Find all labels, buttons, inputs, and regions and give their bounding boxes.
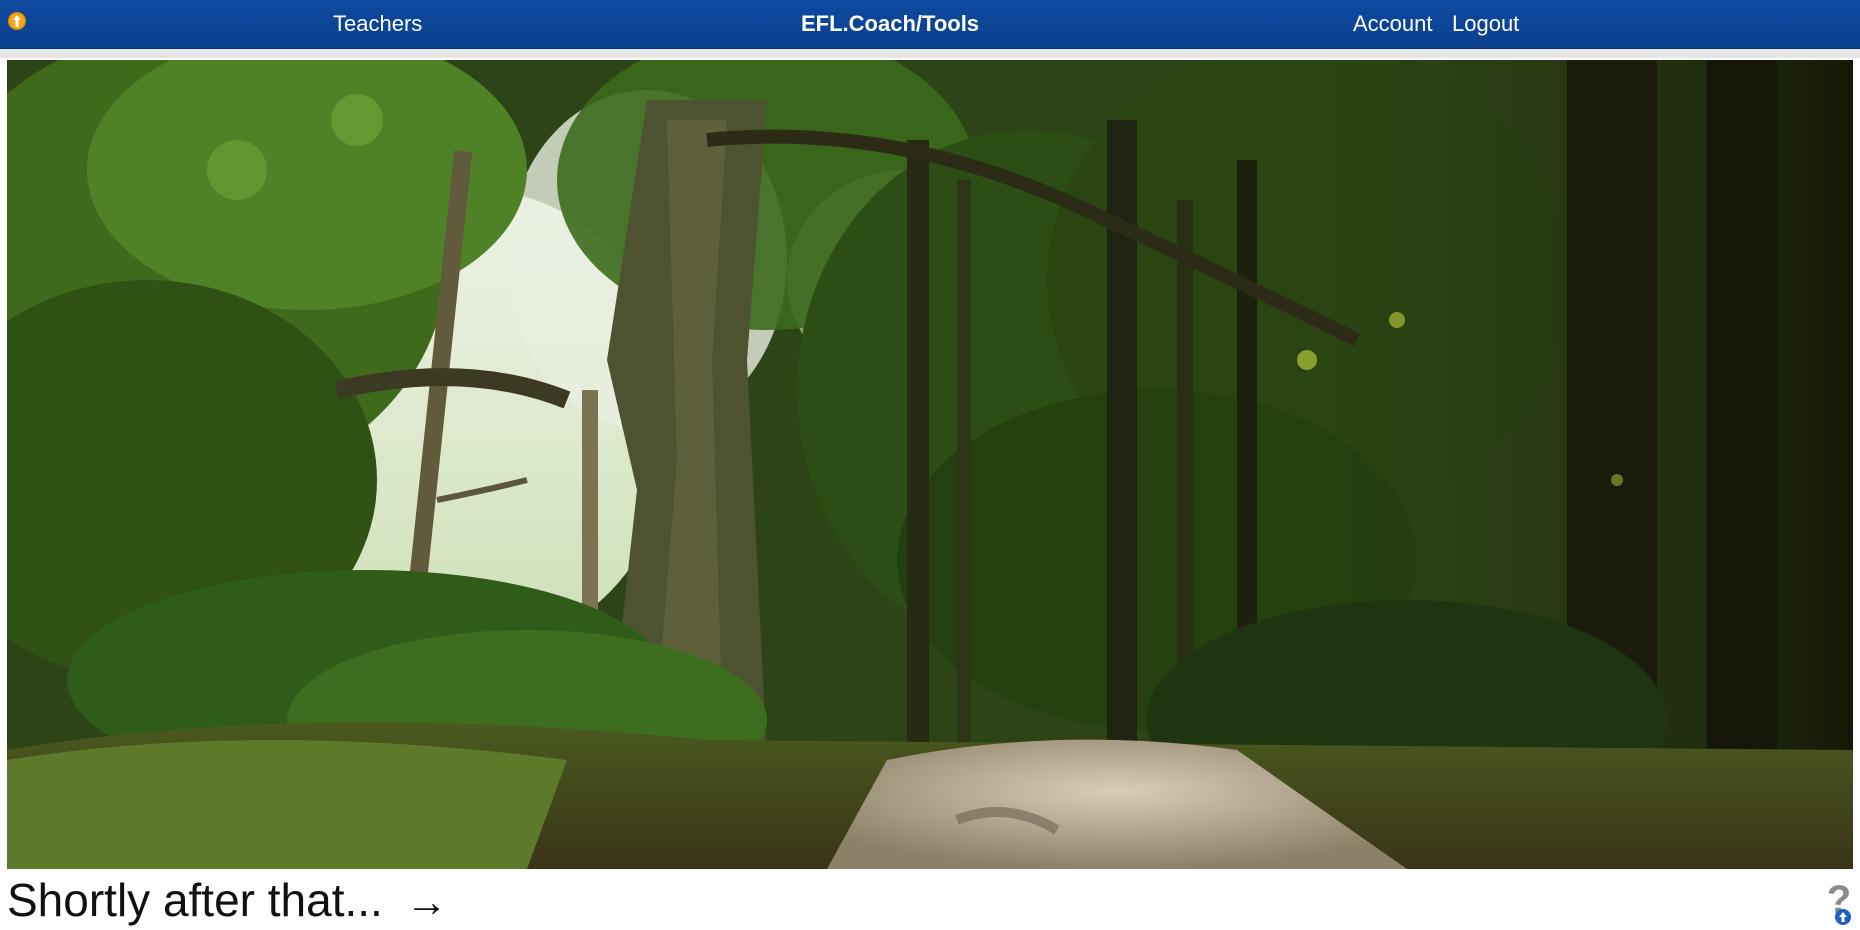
nav-teachers-link[interactable]: Teachers (333, 11, 422, 37)
forest-path-image (7, 60, 1853, 869)
nav-account-link[interactable]: Account (1353, 11, 1433, 37)
top-navbar: Teachers EFL.Coach/Tools Account Logout (0, 0, 1860, 49)
header-divider (0, 49, 1860, 58)
story-line: Shortly after that... → (7, 872, 448, 930)
info-up-arrow-icon[interactable] (8, 12, 26, 30)
up-arrow-badge-icon[interactable] (1835, 909, 1851, 925)
up-arrow-glyph (13, 15, 21, 27)
nav-logout-link[interactable]: Logout (1452, 11, 1519, 37)
story-text: Shortly after that... (7, 874, 383, 926)
right-arrow-icon[interactable]: → (406, 878, 448, 925)
brand-link[interactable]: EFL.Coach/Tools (801, 11, 979, 37)
forest-scene (7, 60, 1853, 869)
badge-arrow-glyph (1839, 912, 1847, 922)
